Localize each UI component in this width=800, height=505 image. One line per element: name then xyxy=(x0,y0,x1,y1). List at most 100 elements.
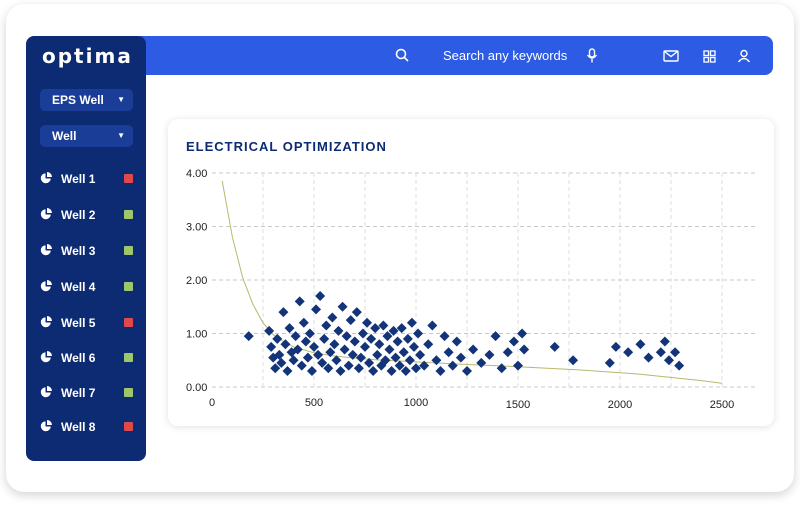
data-point[interactable] xyxy=(366,333,377,344)
data-point[interactable] xyxy=(568,355,579,366)
data-point[interactable] xyxy=(396,323,407,334)
data-point[interactable] xyxy=(298,317,309,328)
y-tick-label: 2.00 xyxy=(186,275,207,287)
y-tick-label: 0.00 xyxy=(186,382,207,394)
data-point[interactable] xyxy=(659,336,670,347)
x-tick-label: 0 xyxy=(209,397,215,409)
data-point[interactable] xyxy=(455,352,466,363)
data-point[interactable] xyxy=(327,312,338,323)
data-point[interactable] xyxy=(439,331,450,342)
data-point[interactable] xyxy=(411,363,421,374)
x-tick-label: 2000 xyxy=(608,399,632,411)
data-point[interactable] xyxy=(304,328,315,339)
data-point[interactable] xyxy=(300,336,311,347)
data-point[interactable] xyxy=(339,344,350,355)
y-tick-label: 1.00 xyxy=(186,329,207,341)
data-point[interactable] xyxy=(406,317,417,328)
data-point[interactable] xyxy=(462,365,472,376)
data-point[interactable] xyxy=(402,333,413,344)
data-point[interactable] xyxy=(549,341,560,352)
data-point[interactable] xyxy=(374,339,385,350)
data-point[interactable] xyxy=(302,352,313,363)
data-point[interactable] xyxy=(278,307,289,318)
data-point[interactable] xyxy=(663,355,674,366)
data-point[interactable] xyxy=(496,363,507,374)
x-tick-label: 1500 xyxy=(506,399,530,411)
data-point[interactable] xyxy=(319,333,330,344)
data-point[interactable] xyxy=(284,323,295,334)
data-point[interactable] xyxy=(368,365,379,376)
data-point[interactable] xyxy=(610,341,621,352)
data-point[interactable] xyxy=(296,360,307,371)
data-point[interactable] xyxy=(398,347,409,358)
data-point[interactable] xyxy=(309,341,319,352)
data-point[interactable] xyxy=(408,341,419,352)
data-point[interactable] xyxy=(372,349,383,360)
data-point[interactable] xyxy=(362,317,373,328)
data-point[interactable] xyxy=(288,355,299,366)
data-point[interactable] xyxy=(670,347,681,358)
data-point[interactable] xyxy=(674,360,685,371)
data-point[interactable] xyxy=(343,360,354,371)
data-point[interactable] xyxy=(513,360,523,371)
data-point[interactable] xyxy=(355,352,366,363)
x-tick-label: 500 xyxy=(305,397,323,409)
data-point[interactable] xyxy=(329,339,340,350)
scatter-chart[interactable]: 0 500 1000 1500 2000 2500 0.00 1.00 2.00 3.00 4.0… xyxy=(0,0,800,505)
data-point[interactable] xyxy=(443,347,454,358)
data-point[interactable] xyxy=(423,339,434,350)
data-point[interactable] xyxy=(431,355,442,366)
data-point[interactable] xyxy=(311,304,322,315)
data-point[interactable] xyxy=(337,301,348,312)
data-point[interactable] xyxy=(349,336,360,347)
data-point[interactable] xyxy=(370,323,381,334)
data-point[interactable] xyxy=(357,328,368,339)
data-point[interactable] xyxy=(484,349,495,360)
data-point[interactable] xyxy=(413,328,424,339)
data-point[interactable] xyxy=(345,315,356,326)
data-point[interactable] xyxy=(341,331,352,342)
data-point[interactable] xyxy=(294,296,305,307)
data-point[interactable] xyxy=(447,360,458,371)
data-point[interactable] xyxy=(333,325,344,336)
data-point[interactable] xyxy=(519,344,530,355)
data-point[interactable] xyxy=(386,365,397,376)
data-point[interactable] xyxy=(266,341,277,352)
x-tick-label: 1000 xyxy=(404,397,428,409)
data-point[interactable] xyxy=(335,365,346,376)
data-point[interactable] xyxy=(517,328,528,339)
data-point[interactable] xyxy=(321,320,332,331)
data-point[interactable] xyxy=(360,341,370,352)
y-tick-label: 4.00 xyxy=(186,168,207,180)
data-point[interactable] xyxy=(502,347,513,358)
data-point[interactable] xyxy=(476,357,487,368)
data-point[interactable] xyxy=(468,344,479,355)
data-point[interactable] xyxy=(623,347,634,358)
data-point[interactable] xyxy=(451,336,462,347)
data-point[interactable] xyxy=(643,352,654,363)
x-axis-ticks: 0 500 1000 1500 2000 2500 xyxy=(209,397,734,411)
data-point[interactable] xyxy=(384,344,395,355)
y-tick-label: 3.00 xyxy=(186,222,207,234)
data-point[interactable] xyxy=(315,291,326,302)
y-axis-ticks: 0.00 1.00 2.00 3.00 4.00 xyxy=(186,168,207,394)
data-point[interactable] xyxy=(435,365,446,376)
data-point[interactable] xyxy=(508,336,519,347)
data-point[interactable] xyxy=(490,331,501,342)
data-point[interactable] xyxy=(604,357,615,368)
data-point[interactable] xyxy=(243,331,254,342)
data-point[interactable] xyxy=(353,363,364,374)
data-point[interactable] xyxy=(635,339,646,350)
data-point[interactable] xyxy=(313,349,324,360)
data-point[interactable] xyxy=(282,365,293,376)
data-point[interactable] xyxy=(306,365,317,376)
data-point[interactable] xyxy=(655,347,666,358)
data-point[interactable] xyxy=(392,336,403,347)
data-point[interactable] xyxy=(427,320,438,331)
data-point[interactable] xyxy=(351,307,362,318)
data-point[interactable] xyxy=(290,331,301,342)
data-point[interactable] xyxy=(378,320,389,331)
data-point[interactable] xyxy=(415,349,426,360)
x-tick-label: 2500 xyxy=(710,399,734,411)
data-point[interactable] xyxy=(404,355,415,366)
